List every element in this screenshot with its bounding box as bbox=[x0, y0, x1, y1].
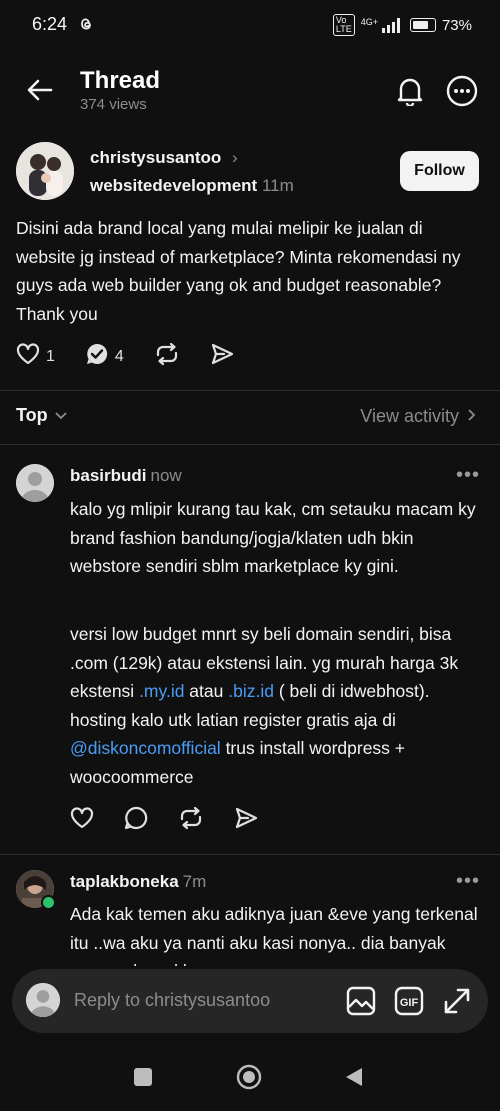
reply-time: 7m bbox=[182, 872, 207, 891]
heart-icon[interactable] bbox=[70, 807, 94, 834]
reply-avatar-default[interactable] bbox=[16, 464, 54, 502]
reply-check-icon[interactable] bbox=[85, 342, 109, 371]
system-indicators: Vo LTE 4G+ 73% bbox=[332, 14, 472, 36]
mention-link[interactable]: @diskoncomofficial bbox=[70, 738, 221, 758]
gif-icon[interactable]: GIF bbox=[393, 985, 425, 1017]
volte-icon: Vo LTE bbox=[332, 14, 355, 36]
repost-icon[interactable] bbox=[154, 342, 180, 371]
reply-actions bbox=[70, 806, 258, 835]
battery-icon bbox=[409, 18, 436, 32]
post-time: 11m bbox=[261, 176, 294, 195]
reply-header: taplakboneka 7m bbox=[70, 872, 206, 892]
reply-body: versi low budget mnrt sy beli domain sen… bbox=[70, 620, 485, 791]
status-time: 6:24 bbox=[32, 14, 68, 34]
reply-body: kalo yg mlipir kurang tau kak, cm setauk… bbox=[70, 499, 476, 576]
composer-avatar bbox=[26, 983, 60, 1017]
reply-author[interactable]: taplakboneka bbox=[70, 872, 179, 891]
reply-count: 4 bbox=[114, 347, 124, 365]
more-icon[interactable]: ••• bbox=[456, 870, 480, 893]
heart-icon[interactable] bbox=[16, 343, 40, 370]
share-action[interactable] bbox=[210, 343, 234, 370]
more-icon[interactable] bbox=[446, 75, 478, 107]
online-indicator bbox=[41, 895, 56, 910]
divider bbox=[0, 390, 500, 391]
domain-link[interactable]: .biz.id bbox=[228, 681, 274, 701]
page-title: Thread bbox=[80, 67, 161, 94]
divider bbox=[0, 854, 500, 855]
reply-author[interactable]: basirbudi bbox=[70, 466, 147, 485]
chevron-right-icon bbox=[467, 406, 476, 427]
recent-apps-icon[interactable] bbox=[134, 1068, 152, 1086]
comment-icon[interactable] bbox=[124, 806, 148, 835]
author-avatar[interactable] bbox=[16, 142, 74, 200]
bell-icon[interactable] bbox=[394, 74, 426, 108]
system-nav-bar bbox=[0, 1040, 500, 1111]
community-name[interactable]: websitedevelopment bbox=[90, 176, 257, 195]
domain-link[interactable]: .my.id bbox=[139, 681, 184, 701]
signal-icon: 4G+ bbox=[361, 17, 400, 33]
network-type: 4G+ bbox=[360, 17, 378, 27]
post-body: Disini ada brand local yang mulai melipi… bbox=[16, 218, 461, 324]
svg-text:GIF: GIF bbox=[400, 997, 419, 1009]
like-count: 1 bbox=[46, 347, 55, 365]
share-icon[interactable] bbox=[234, 807, 258, 834]
reply-body-clip: Ada kak temen aku adiknya juan &eve yang… bbox=[70, 900, 485, 966]
image-icon[interactable] bbox=[345, 985, 377, 1017]
reply-text-segment: atau bbox=[184, 681, 229, 701]
repost-icon[interactable] bbox=[178, 806, 204, 835]
post-author[interactable]: christysusantoo › bbox=[90, 148, 238, 168]
chevron-right-icon: › bbox=[232, 148, 238, 167]
reply-header: basirbudi now bbox=[70, 466, 182, 486]
post-community[interactable]: websitedevelopment 11m bbox=[90, 176, 294, 196]
reply-input[interactable]: Reply to christysusantoo bbox=[74, 990, 270, 1011]
more-icon[interactable]: ••• bbox=[456, 464, 480, 487]
view-activity-link[interactable]: View activity bbox=[360, 406, 476, 427]
like-action[interactable]: 1 bbox=[16, 343, 55, 370]
chevron-down-icon bbox=[54, 405, 68, 426]
divider bbox=[0, 444, 500, 445]
reply-time: now bbox=[150, 466, 182, 485]
reply-body: Ada kak temen aku adiknya juan &eve yang… bbox=[70, 904, 478, 966]
back-arrow-icon[interactable] bbox=[24, 74, 56, 106]
home-icon[interactable] bbox=[236, 1064, 262, 1090]
repost-action[interactable] bbox=[154, 342, 180, 371]
sort-label[interactable]: Top bbox=[16, 405, 48, 426]
expand-icon[interactable] bbox=[441, 985, 473, 1017]
author-name[interactable]: christysusantoo bbox=[90, 148, 221, 167]
battery-percent: 73% bbox=[441, 16, 472, 34]
view-activity-label[interactable]: View activity bbox=[360, 406, 459, 427]
back-nav-icon[interactable] bbox=[344, 1066, 364, 1088]
post-actions: 1 4 bbox=[16, 342, 264, 371]
share-icon[interactable] bbox=[210, 343, 234, 370]
follow-button[interactable]: Follow bbox=[400, 151, 479, 191]
view-count: 374 views bbox=[80, 96, 147, 113]
threads-notification-icon bbox=[78, 15, 94, 38]
status-bar: 6:24 Vo LTE 4G+ 73% bbox=[0, 0, 500, 48]
reply-action[interactable]: 4 bbox=[85, 342, 124, 371]
sort-dropdown[interactable]: Top bbox=[16, 405, 68, 426]
